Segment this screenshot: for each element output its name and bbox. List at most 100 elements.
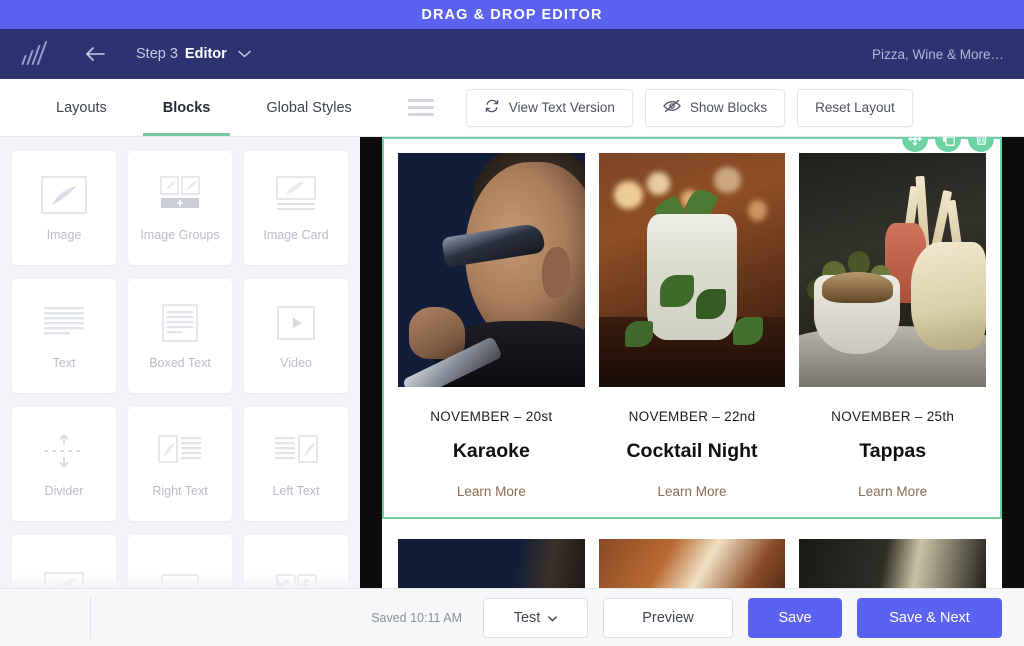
preview-button[interactable]: Preview [603, 597, 733, 638]
block-label-image-card: Image Card [263, 228, 329, 243]
event-date: NOVEMBER – 20st [430, 409, 553, 424]
editor-body: Image Image Groups Image Card Text Boxed… [0, 137, 1024, 588]
promo-banner-text: DRAG & DROP EDITOR [421, 6, 603, 23]
block-label-left-text: Left Text [272, 484, 320, 499]
block-tile-button[interactable] [128, 535, 232, 588]
block-tile-divider[interactable]: Divider [12, 407, 116, 521]
tab-layouts[interactable]: Layouts [28, 79, 135, 136]
text-icon [35, 300, 93, 346]
block-tile-social[interactable] [244, 535, 348, 588]
blocks-sidebar[interactable]: Image Image Groups Image Card Text Boxed… [0, 137, 360, 588]
caret-down-icon [548, 610, 558, 626]
event-photo-karaoke [398, 153, 585, 387]
tab-blocks[interactable]: Blocks [135, 79, 239, 136]
image-icon [35, 172, 93, 218]
block-tile-left-text[interactable]: Left Text [244, 407, 348, 521]
event-date: NOVEMBER – 22nd [628, 409, 756, 424]
next-email-block[interactable] [382, 523, 1002, 588]
delete-icon[interactable] [968, 137, 994, 152]
event-card[interactable]: NOVEMBER – 25th Tappas Learn More [799, 153, 987, 499]
test-button-label: Test [513, 609, 541, 626]
view-text-version-label: View Text Version [508, 100, 615, 115]
block-label-image: Image [46, 228, 82, 243]
image-groups-icon [151, 172, 209, 218]
button-icon [151, 564, 209, 588]
save-button[interactable]: Save [748, 597, 842, 638]
event-title: Tappas [859, 440, 927, 462]
block-tile-right-text[interactable]: Right Text [128, 407, 232, 521]
save-and-next-button[interactable]: Save & Next [857, 597, 1002, 638]
block-tile-video[interactable]: Video [244, 279, 348, 393]
event-card[interactable]: NOVEMBER – 22nd Cocktail Night Learn Mor… [598, 153, 786, 499]
campaign-name[interactable]: Pizza, Wine & More… [872, 47, 1004, 62]
event-learn-more-link[interactable]: Learn More [457, 484, 526, 499]
app-logo-icon[interactable] [20, 41, 48, 67]
tab-blocks-label: Blocks [162, 99, 211, 116]
next-event-photo-cocktail [598, 539, 786, 588]
duplicate-icon[interactable] [935, 137, 961, 152]
tab-layouts-label: Layouts [56, 99, 107, 116]
email-canvas[interactable]: NOVEMBER – 20st Karaoke Learn More NOVEM… [360, 137, 1024, 588]
step-name: Editor [184, 46, 227, 62]
refresh-icon [484, 98, 500, 117]
block-label-video: Video [280, 356, 312, 371]
event-title: Cocktail Night [626, 440, 758, 462]
tab-global-styles[interactable]: Global Styles [238, 79, 379, 136]
divider-icon [35, 428, 93, 474]
editor-toolbar: Layouts Blocks Global Styles View Text V… [0, 79, 1024, 137]
block-tile-image-groups[interactable]: Image Groups [128, 151, 232, 265]
next-event-cards [398, 539, 987, 588]
selected-email-block[interactable]: NOVEMBER – 20st Karaoke Learn More NOVEM… [382, 137, 1002, 519]
right-text-icon [151, 428, 209, 474]
test-button[interactable]: Test [483, 597, 588, 638]
back-arrow-icon[interactable] [84, 43, 106, 65]
top-navigation-bar: Step 3 Editor Pizza, Wine & More… [0, 29, 1024, 79]
move-icon[interactable] [902, 137, 928, 152]
image-caption-icon [35, 564, 93, 588]
video-icon [267, 300, 325, 346]
toolbar-buttons: View Text Version Show Blocks Reset Layo… [465, 79, 913, 136]
footer-divider [90, 597, 91, 638]
boxed-text-icon [151, 300, 209, 346]
event-learn-more-link[interactable]: Learn More [657, 484, 726, 499]
next-event-photo-tapas [799, 539, 987, 588]
block-tile-image[interactable]: Image [12, 151, 116, 265]
blocks-grid: Image Image Groups Image Card Text Boxed… [12, 151, 348, 588]
event-photo-tapas [799, 153, 987, 387]
block-label-text: Text [52, 356, 76, 371]
block-tile-image-card[interactable]: Image Card [244, 151, 348, 265]
preview-button-label: Preview [642, 609, 694, 626]
saved-status: Saved 10:11 AM [371, 610, 462, 625]
event-card[interactable]: NOVEMBER – 20st Karaoke Learn More [398, 153, 585, 499]
show-blocks-label: Show Blocks [689, 100, 768, 115]
block-label-boxed-text: Boxed Text [149, 356, 211, 371]
block-label-right-text: Right Text [152, 484, 208, 499]
step-label: Step 3 [136, 46, 178, 62]
block-label-image-groups: Image Groups [140, 228, 220, 243]
reset-layout-button[interactable]: Reset Layout [797, 88, 913, 127]
block-label-divider: Divider [44, 484, 84, 499]
block-tile-image-caption[interactable] [12, 535, 116, 588]
save-and-next-button-label: Save & Next [889, 609, 970, 626]
image-card-icon [267, 172, 325, 218]
event-title: Karaoke [452, 440, 530, 462]
event-cards: NOVEMBER – 20st Karaoke Learn More NOVEM… [398, 153, 987, 499]
show-blocks-button[interactable]: Show Blocks [644, 88, 786, 127]
promo-banner: DRAG & DROP EDITOR [0, 0, 1024, 29]
view-text-version-button[interactable]: View Text Version [465, 88, 633, 127]
drag-drop-editor-app: DRAG & DROP EDITOR Step 3 Editor Pizza, … [0, 0, 1024, 646]
event-photo-cocktail [598, 153, 786, 387]
event-learn-more-link[interactable]: Learn More [858, 484, 927, 499]
eye-slash-icon [663, 99, 681, 116]
block-tile-boxed-text[interactable]: Boxed Text [128, 279, 232, 393]
left-text-icon [267, 428, 325, 474]
reset-layout-label: Reset Layout [815, 100, 895, 115]
social-icon [267, 564, 325, 588]
editor-footer: Saved 10:11 AM Test Preview Save Save & … [0, 588, 1024, 646]
email-preview: NOVEMBER – 20st Karaoke Learn More NOVEM… [382, 137, 1002, 588]
hamburger-icon[interactable] [407, 79, 434, 136]
next-event-photo-karaoke [398, 539, 585, 588]
block-tile-text[interactable]: Text [12, 279, 116, 393]
editor-tabs: Layouts Blocks Global Styles [28, 79, 380, 136]
step-selector[interactable]: Step 3 Editor [136, 45, 251, 63]
